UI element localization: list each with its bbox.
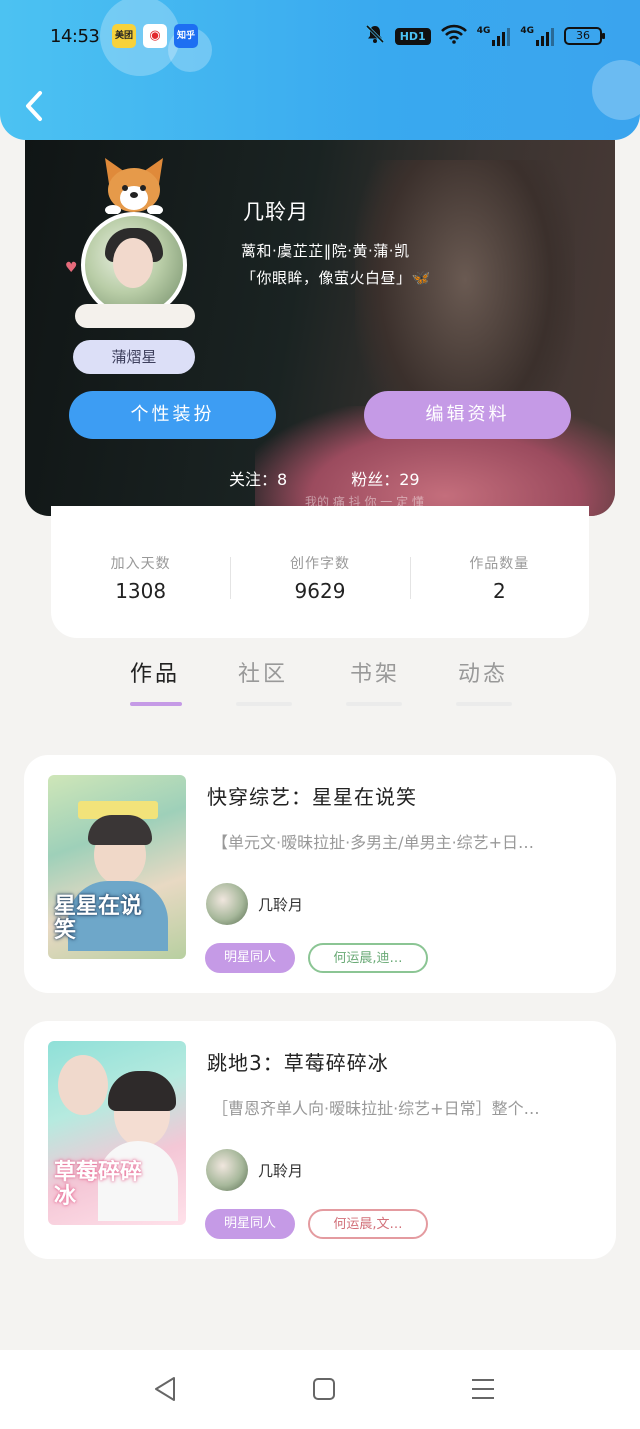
menu-icon (472, 1379, 494, 1399)
work-card[interactable]: 星星在说笑 快穿综艺：星星在说笑 【单元文·暧昧拉扯·多男主/单男主·综艺+日…… (24, 755, 616, 993)
bio-line: 蓠和·虞芷芷‖院·黄·蒲·凯 (241, 242, 410, 260)
following-count[interactable]: 关注：8 (229, 466, 287, 490)
triangle-back-icon (155, 1377, 175, 1401)
bio-line: 「你眼眸，像萤火白昼」🦋 (241, 269, 431, 287)
tab-indicator-placeholder (236, 702, 292, 706)
character-tag[interactable]: 何运晨,迪… (308, 943, 428, 973)
user-bio: 蓠和·虞芷芷‖院·黄·蒲·凯 「你眼眸，像萤火白昼」🦋 (241, 238, 431, 292)
work-cover[interactable]: 草莓碎碎冰 (48, 1041, 186, 1225)
meituan-app-icon: 美团 (112, 24, 136, 48)
tab-activity[interactable]: 动态 (458, 656, 508, 688)
hd-icon: HD1 (394, 27, 431, 45)
profile-tabs: 作品 社区 书架 动态 (130, 656, 530, 708)
status-indicators: HD1 4G 4G 36 (365, 24, 605, 48)
decor-bubble (592, 60, 640, 120)
work-card[interactable]: 草莓碎碎冰 跳地3：草莓碎碎冰 ［曹恩齐单人向·暧昧拉扯·综艺+日常］整个… 几… (24, 1021, 616, 1259)
work-title[interactable]: 快穿综艺：星星在说笑 (207, 781, 417, 810)
cover-title: 草莓碎碎冰 (54, 1160, 143, 1209)
stats-card: 加入天数 1308 创作字数 9629 作品数量 2 (51, 506, 589, 638)
nav-menu-button[interactable] (468, 1374, 498, 1404)
author-avatar (206, 1149, 248, 1191)
tab-indicator-placeholder (456, 702, 512, 706)
followers-count[interactable]: 粉丝：29 (351, 466, 419, 490)
chevron-left-icon (26, 91, 42, 121)
status-time: 14:53 (50, 26, 100, 47)
weibo-app-icon: ◉ (143, 24, 167, 48)
stat-value: 2 (492, 579, 506, 603)
status-bar: 14:53 美团 ◉ 知乎 HD1 4G 4G 36 (0, 20, 640, 56)
zhihu-app-icon: 知乎 (174, 24, 198, 48)
character-tag[interactable]: 何运晨,文… (308, 1209, 428, 1239)
stat-word-count: 创作字数 9629 (230, 553, 409, 603)
stat-label: 创作字数 (289, 556, 350, 572)
signal-icon: 4G (477, 26, 511, 46)
square-home-icon (313, 1378, 335, 1400)
tab-works[interactable]: 作品 (130, 656, 180, 688)
back-button[interactable] (20, 88, 50, 124)
edit-profile-button[interactable]: 编辑资料 (364, 391, 571, 439)
work-title[interactable]: 跳地3：草莓碎碎冰 (207, 1047, 389, 1076)
follow-stats: 关注：8 粉丝：29 (229, 466, 420, 490)
profile-banner: 我的 痛 抖 你 一 定 懂 ♥ 蒲熠星 几聆月 蓠和·虞芷芷‖院·黄·蒲·凯 … (25, 140, 615, 516)
work-description: 【单元文·暧昧拉扯·多男主/单男主·综艺+日… (212, 833, 535, 852)
stat-label: 作品数量 (469, 556, 530, 572)
user-name: 几聆月 (243, 200, 309, 224)
author-name: 几聆月 (258, 1161, 304, 1180)
wifi-icon (440, 24, 467, 48)
stat-value: 1308 (115, 579, 167, 603)
active-tab-indicator (130, 702, 182, 706)
cloud-decor (75, 304, 195, 328)
signal-icon: 4G (520, 26, 554, 46)
work-cover[interactable]: 星星在说笑 (48, 775, 186, 959)
nav-home-button[interactable] (309, 1374, 339, 1404)
cover-title: 星星在说笑 (54, 894, 143, 943)
nickname-tag: 蒲熠星 (73, 340, 195, 374)
stat-join-days: 加入天数 1308 (51, 553, 230, 603)
work-author[interactable]: 几聆月 (206, 883, 303, 925)
battery-icon: 36 (564, 27, 605, 45)
work-description: ［曹恩齐单人向·暧昧拉扯·综艺+日常］整个… (212, 1099, 540, 1118)
nav-back-button[interactable] (150, 1374, 180, 1404)
corgi-frame-icon (105, 158, 163, 214)
dress-up-button[interactable]: 个性装扮 (69, 391, 276, 439)
category-tag[interactable]: 明星同人 (205, 1209, 295, 1239)
stat-label: 加入天数 (110, 556, 171, 572)
avatar-frame[interactable]: ♥ (65, 154, 195, 334)
work-author[interactable]: 几聆月 (206, 1149, 303, 1191)
heart-icon: ♥ (65, 260, 78, 276)
tab-community[interactable]: 社区 (238, 656, 288, 688)
author-name: 几聆月 (258, 895, 304, 914)
tab-bookshelf[interactable]: 书架 (350, 656, 400, 688)
system-nav-bar (0, 1350, 640, 1429)
stat-value: 9629 (294, 579, 346, 603)
app-header: 14:53 美团 ◉ 知乎 HD1 4G 4G 36 (0, 0, 640, 140)
mute-bell-icon (365, 24, 385, 48)
tab-indicator-placeholder (346, 702, 402, 706)
stat-work-count: 作品数量 2 (409, 553, 589, 603)
avatar (81, 212, 187, 318)
author-avatar (206, 883, 248, 925)
category-tag[interactable]: 明星同人 (205, 943, 295, 973)
